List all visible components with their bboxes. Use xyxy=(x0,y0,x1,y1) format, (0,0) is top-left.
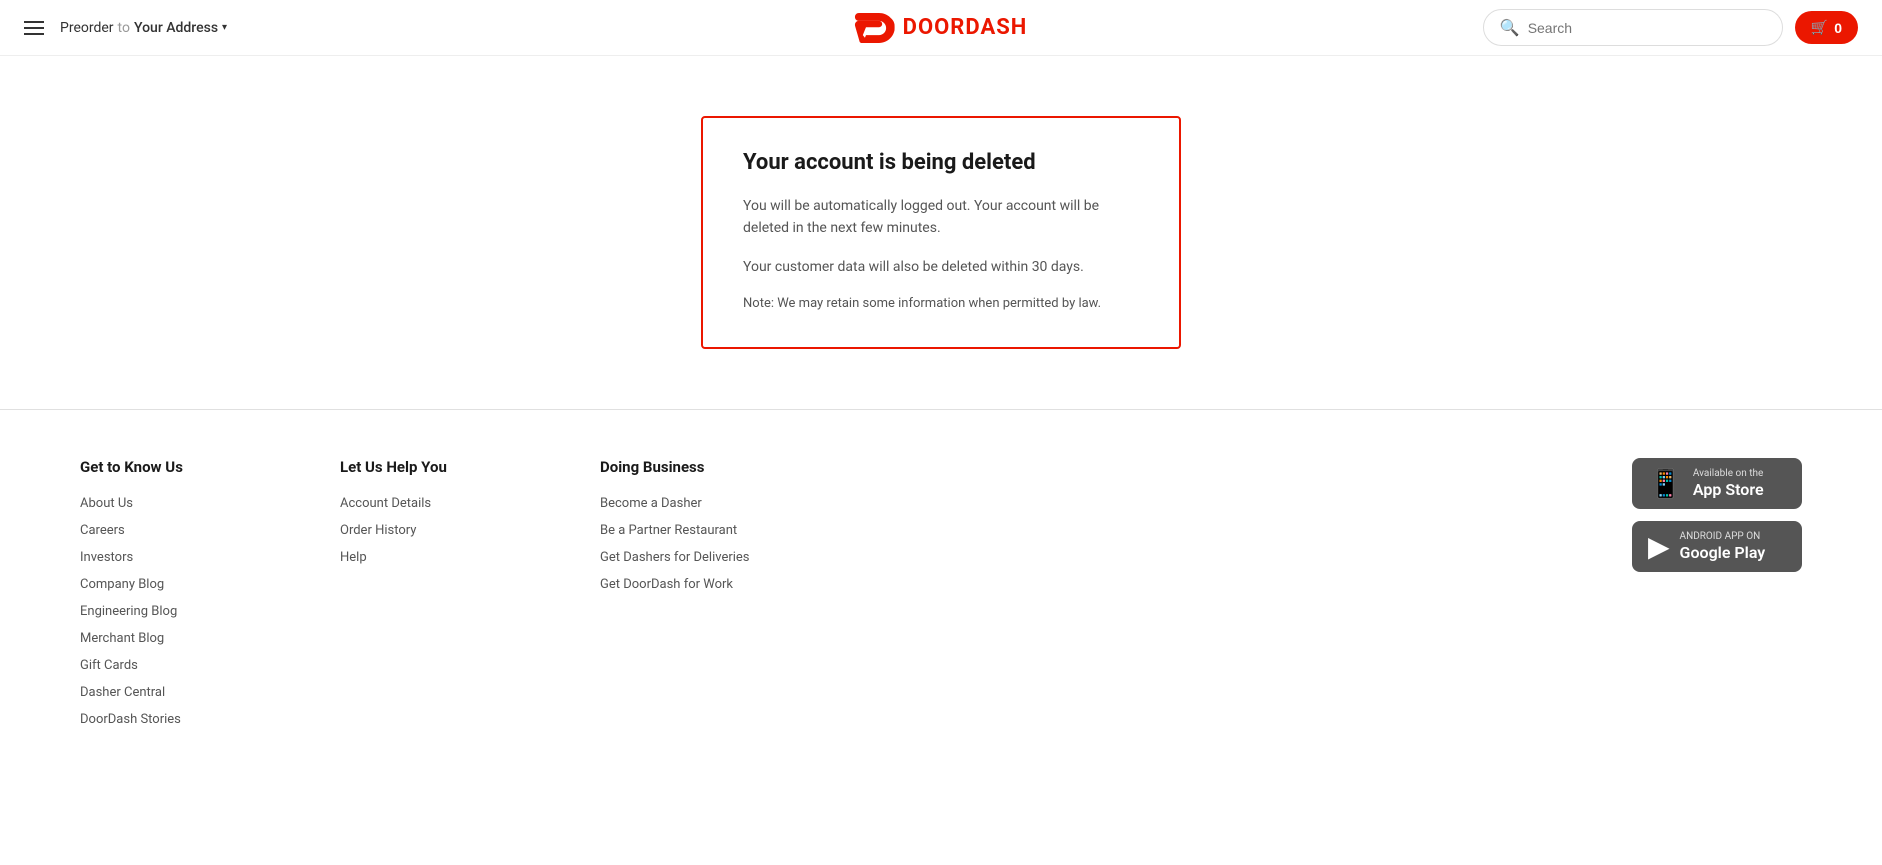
cart-icon: 🛒 xyxy=(1811,19,1828,36)
footer-column-doing-business: Doing Business Become a Dasher Be a Part… xyxy=(600,458,800,739)
app-store-text: Available on the App Store xyxy=(1693,468,1764,499)
footer: Get to Know Us About Us Careers Investor… xyxy=(0,409,1882,779)
preorder-label: Preorder xyxy=(60,20,114,36)
chevron-down-icon: ▾ xyxy=(222,22,227,33)
footer-link-about-us[interactable]: About Us xyxy=(80,496,280,511)
footer-link-merchant-blog[interactable]: Merchant Blog xyxy=(80,631,280,646)
footer-col1-title: Get to Know Us xyxy=(80,458,280,476)
footer-column-let-us-help-you: Let Us Help You Account Details Order Hi… xyxy=(340,458,540,739)
app-store-label-small: Available on the xyxy=(1693,468,1764,480)
footer-link-become-dasher[interactable]: Become a Dasher xyxy=(600,496,800,511)
google-play-label-large: Google Play xyxy=(1680,543,1766,562)
doordash-logo-icon xyxy=(855,13,895,43)
footer-link-account-details[interactable]: Account Details xyxy=(340,496,540,511)
header-left: Preorder to Your Address ▾ xyxy=(24,20,227,36)
account-deleted-box: Your account is being deleted You will b… xyxy=(701,116,1181,349)
footer-link-dasher-central[interactable]: Dasher Central xyxy=(80,685,280,700)
account-deleted-text2: Your customer data will also be deleted … xyxy=(743,256,1139,278)
hamburger-menu-button[interactable] xyxy=(24,21,44,35)
preorder-address-button[interactable]: Preorder to Your Address ▾ xyxy=(60,20,227,36)
search-input[interactable] xyxy=(1528,20,1766,36)
header: Preorder to Your Address ▾ DOORDASH 🔍 🛒 … xyxy=(0,0,1882,56)
doordash-logo-text: DOORDASH xyxy=(903,15,1028,40)
cart-button[interactable]: 🛒 0 xyxy=(1795,11,1858,44)
header-right: 🔍 🛒 0 xyxy=(1483,9,1858,46)
cart-count: 0 xyxy=(1834,20,1842,36)
google-play-button[interactable]: ▶ ANDROID APP ON Google Play xyxy=(1632,521,1802,572)
footer-col2-title: Let Us Help You xyxy=(340,458,540,476)
account-deleted-title: Your account is being deleted xyxy=(743,150,1139,175)
app-store-button[interactable]: 📱 Available on the App Store xyxy=(1632,458,1802,509)
google-play-icon: ▶ xyxy=(1648,533,1670,561)
footer-link-doordash-work[interactable]: Get DoorDash for Work xyxy=(600,577,800,592)
footer-link-gift-cards[interactable]: Gift Cards xyxy=(80,658,280,673)
footer-link-dashers-deliveries[interactable]: Get Dashers for Deliveries xyxy=(600,550,800,565)
doordash-logo[interactable]: DOORDASH xyxy=(855,13,1028,43)
preorder-to-word: to xyxy=(118,20,130,36)
account-deleted-text1: You will be automatically logged out. Yo… xyxy=(743,195,1139,240)
footer-content: Get to Know Us About Us Careers Investor… xyxy=(80,458,1802,739)
footer-column-get-to-know-us: Get to Know Us About Us Careers Investor… xyxy=(80,458,280,739)
footer-link-doordash-stories[interactable]: DoorDash Stories xyxy=(80,712,280,727)
footer-link-engineering-blog[interactable]: Engineering Blog xyxy=(80,604,280,619)
footer-col3-title: Doing Business xyxy=(600,458,800,476)
footer-apps: 📱 Available on the App Store ▶ ANDROID A… xyxy=(1632,458,1802,739)
footer-link-partner-restaurant[interactable]: Be a Partner Restaurant xyxy=(600,523,800,538)
account-deleted-note: Note: We may retain some information whe… xyxy=(743,294,1139,315)
footer-link-order-history[interactable]: Order History xyxy=(340,523,540,538)
apple-icon: 📱 xyxy=(1648,470,1683,498)
search-bar[interactable]: 🔍 xyxy=(1483,9,1783,46)
footer-link-company-blog[interactable]: Company Blog xyxy=(80,577,280,592)
footer-link-help[interactable]: Help xyxy=(340,550,540,565)
delivery-address: Your Address xyxy=(134,20,218,36)
app-store-label-large: App Store xyxy=(1693,480,1764,499)
footer-link-investors[interactable]: Investors xyxy=(80,550,280,565)
main-content: Your account is being deleted You will b… xyxy=(0,56,1882,409)
google-play-label-small: ANDROID APP ON xyxy=(1680,531,1766,543)
search-icon: 🔍 xyxy=(1500,18,1520,37)
footer-link-careers[interactable]: Careers xyxy=(80,523,280,538)
google-play-text: ANDROID APP ON Google Play xyxy=(1680,531,1766,562)
